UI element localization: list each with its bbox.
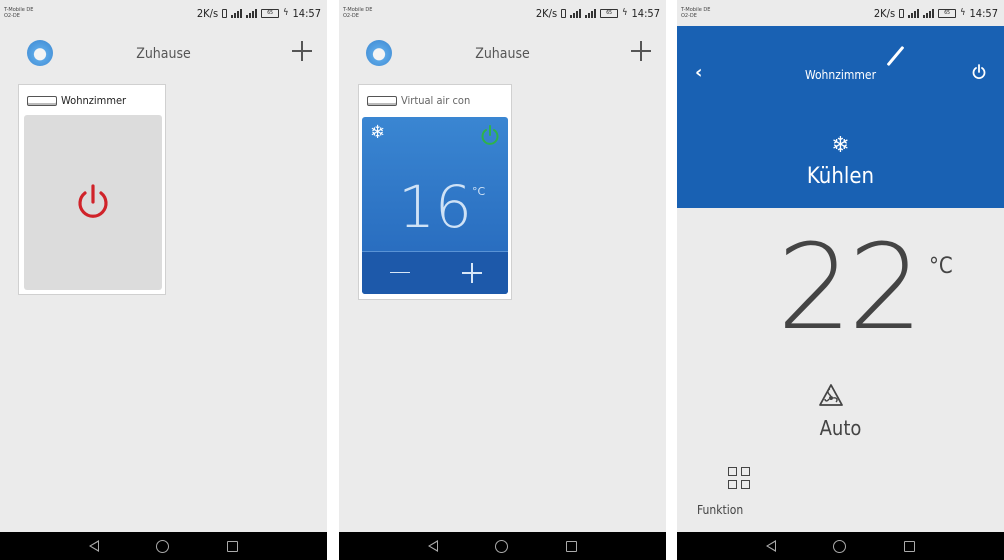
function-label[interactable]: Funktion [697,503,743,517]
vibrate-icon [561,8,567,18]
battery-level: 65 [606,9,612,16]
network-speed: 2K/s [535,6,558,20]
status-indicators: 2K/s 65 ϟ 14:57 [197,7,321,20]
signal-icon-2 [585,8,597,18]
status-bar: T-Mobile DE O2-DE 2K/s 65 ϟ 14:57 [0,0,327,26]
device-on-panel[interactable]: ❄ 16 °C [362,117,508,294]
recents-nav-icon[interactable] [566,540,578,552]
avatar[interactable] [366,40,392,66]
back-nav-icon[interactable] [765,540,776,552]
snowflake-icon[interactable]: ❄ [677,134,1004,158]
network-speed: 2K/s [873,6,896,20]
status-bar: T-Mobile DE O2-DE 2K/s 65 ϟ 14:57 [339,0,666,26]
vibrate-icon [899,8,905,18]
back-nav-icon[interactable] [427,540,438,552]
signal-icon-2 [246,8,258,18]
back-nav-icon[interactable] [88,540,99,552]
mode-label[interactable]: Kühlen [677,164,1004,189]
charging-icon: ϟ [960,8,966,18]
avatar[interactable] [27,40,53,66]
battery-icon: 65 [938,8,957,18]
add-device-button[interactable] [291,40,313,62]
navigation-bar [677,532,1004,560]
temperature-value: 16 [398,173,472,241]
home-nav-icon[interactable] [495,539,509,553]
recents-nav-icon[interactable] [904,540,916,552]
device-card[interactable]: Wohnzimmer [18,84,166,295]
mode-header: ‹ Wohnzimmer ❄ Kühlen [677,26,1004,208]
fan-icon[interactable] [818,383,844,409]
signal-icon [570,8,582,18]
home-nav-icon[interactable] [156,539,170,553]
snowflake-icon: ❄ [370,122,386,143]
navigation-bar [339,532,666,560]
temperature-unit: °C [472,185,486,198]
status-indicators: 2K/s 65 ϟ 14:57 [874,7,998,20]
air-conditioner-icon [27,95,57,106]
device-off-panel[interactable] [24,115,162,290]
device-card-header: Virtual air con [367,94,470,107]
device-name: Wohnzimmer [61,94,127,107]
clock: 14:57 [631,6,660,20]
navigation-bar [0,532,327,560]
status-indicators: 2K/s 65 ϟ 14:57 [536,7,660,20]
clock: 14:57 [292,6,321,20]
function-grid-icon[interactable] [728,467,752,491]
temperature-controls [362,251,508,294]
edit-pencil-icon[interactable] [886,45,905,67]
status-bar: T-Mobile DE O2-DE 2K/s 65 ϟ 14:57 [677,0,1004,26]
decrease-temperature-button[interactable] [390,272,410,273]
temperature-value: 22 [777,218,923,356]
screen-home-on: T-Mobile DE O2-DE 2K/s 65 ϟ 14:57 Zuhaus… [339,0,666,560]
carrier-text: T-Mobile DE O2-DE [343,7,372,19]
signal-icon [231,8,243,18]
device-card[interactable]: Virtual air con ❄ 16 °C [358,84,512,300]
vibrate-icon [222,8,228,18]
battery-level: 65 [944,9,950,16]
fan-mode-label[interactable]: Auto [677,416,1004,440]
carrier-line-2: O2-DE [343,13,359,19]
network-speed: 2K/s [196,6,219,20]
page-title: Zuhause [475,46,530,62]
charging-icon: ϟ [283,8,289,18]
signal-icon [908,8,920,18]
carrier-line-2: O2-DE [681,13,697,19]
device-card-header: Wohnzimmer [27,94,126,107]
power-icon[interactable] [480,124,500,146]
clock: 14:57 [969,6,998,20]
carrier-text: T-Mobile DE O2-DE [4,7,33,19]
screen-home-off: T-Mobile DE O2-DE 2K/s 65 ϟ 14:57 Zuhaus… [0,0,327,560]
air-conditioner-icon [367,95,397,106]
device-name: Virtual air con [401,94,471,107]
battery-level: 65 [267,9,273,16]
temperature-unit: °C [929,254,953,279]
power-icon[interactable] [75,183,111,223]
room-title: Wohnzimmer [804,68,877,82]
carrier-text: T-Mobile DE O2-DE [681,7,710,19]
battery-icon: 65 [600,8,619,18]
page-title: Zuhause [136,46,191,62]
app-bar: Zuhause [339,30,666,78]
screen-device-detail: T-Mobile DE O2-DE 2K/s 65 ϟ 14:57 ‹ Wohn… [677,0,1004,560]
add-device-button[interactable] [630,40,652,62]
recents-nav-icon[interactable] [227,540,239,552]
carrier-line-2: O2-DE [4,13,20,19]
app-bar: Zuhause [0,30,327,78]
power-icon[interactable] [972,64,986,80]
increase-temperature-button[interactable] [462,263,482,283]
signal-icon-2 [923,8,935,18]
home-nav-icon[interactable] [833,539,847,553]
charging-icon: ϟ [622,8,628,18]
battery-icon: 65 [261,8,280,18]
